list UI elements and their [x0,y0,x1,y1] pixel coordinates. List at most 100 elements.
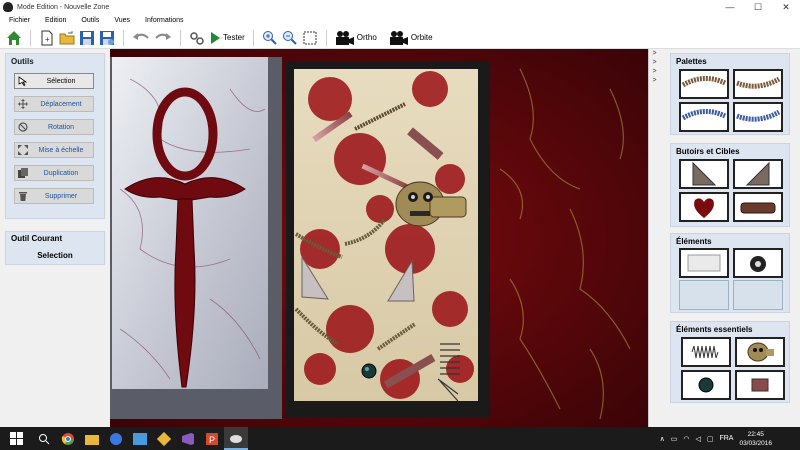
elements-title: Éléments [676,237,712,246]
title-bar: Mode Edition - Nouvelle Zone — ☐ ✕ [0,0,800,14]
tool-duplicate-button[interactable]: Duplication [14,165,94,181]
zoom-out-button[interactable] [282,29,298,47]
menu-fichier[interactable]: Fichier [4,17,30,24]
expand-arrow-icon[interactable]: > [649,67,660,76]
current-tool-title: Outil Courant [11,234,63,243]
bumper-thumb[interactable] [733,159,783,189]
palette-thumb[interactable] [733,69,783,99]
save-as-icon [100,30,114,45]
powerpoint-icon: P [206,432,218,445]
essentials-title: Éléments essentiels [676,325,753,334]
bumper-thumb[interactable] [679,159,729,189]
redo-button[interactable] [154,29,172,47]
gramophone-icon [750,256,766,272]
empty-slot[interactable] [679,280,729,310]
tool-label: Supprimer [44,192,78,200]
ball-object[interactable] [361,363,377,379]
scene-viewport[interactable] [110,49,648,427]
expand-arrow-icon[interactable]: > [649,76,660,85]
tool-rotation-button[interactable]: Rotation [14,119,94,135]
essential-thumb[interactable] [735,337,785,367]
expand-arrow-icon[interactable]: > [649,58,660,67]
taskbar-app[interactable] [152,427,176,450]
zoom-fit-icon [303,31,317,44]
essential-thumb[interactable] [735,370,785,400]
essential-thumb[interactable] [681,370,731,400]
left-panel: Outils Sélection Déplacement Rotation Mi… [0,49,110,427]
palette-thumb[interactable] [679,69,729,99]
git-icon [157,431,171,446]
search-icon [39,433,50,444]
notification-icon[interactable]: ▢ [707,435,714,443]
battery-icon[interactable]: ▭ [671,435,678,443]
save-as-button[interactable] [99,29,115,47]
scene-render[interactable] [110,49,648,427]
taskbar-app[interactable] [128,427,152,450]
palette-thumb[interactable] [679,102,729,132]
maximize-button[interactable]: ☐ [744,0,772,14]
open-button[interactable] [59,29,75,47]
menu-edition[interactable]: Edition [40,17,66,24]
tool-selection-button[interactable]: Sélection [14,73,94,89]
empty-slot[interactable] [733,280,783,310]
wifi-icon[interactable]: ◠ [683,435,689,443]
block-icon [751,378,769,392]
taskbar-app[interactable] [104,427,128,450]
bumper-thumb[interactable] [679,192,729,222]
element-thumb[interactable] [733,248,783,278]
test-button[interactable]: Tester [209,29,245,47]
taskbar-app-active[interactable] [224,427,248,450]
save-button[interactable] [79,29,95,47]
tool-delete-button[interactable]: Supprimer [14,188,94,204]
menu-outils[interactable]: Outils [76,17,99,24]
minimize-button[interactable]: — [716,0,744,14]
chevron-up-icon[interactable]: ∧ [660,435,665,443]
undo-button[interactable] [132,29,150,47]
clock[interactable]: 22:45 03/03/2016 [739,430,772,448]
zoom-fit-button[interactable] [302,29,318,47]
palette-thumb[interactable] [733,102,783,132]
flipper-icon [736,76,781,89]
toolbar-separator [180,29,181,46]
taskbar-app[interactable]: P [200,427,224,450]
close-button[interactable]: ✕ [772,0,800,14]
search-button[interactable] [32,427,56,450]
taskbar-app[interactable] [56,427,80,450]
svg-text:+: + [45,35,50,44]
taskbar-app[interactable] [176,427,200,450]
tools-title: Outils [11,57,34,66]
settings-button[interactable] [189,29,205,47]
new-button[interactable]: + [39,29,55,47]
visual-studio-icon [182,432,194,445]
tool-scale-button[interactable]: Mise à échelle [14,142,94,158]
elements-group: Éléments [670,233,790,313]
toolbar-separator [252,29,254,46]
app-window-icon [133,432,147,445]
camera-icon [335,30,354,45]
taskbar-app[interactable] [80,427,104,450]
bumper-thumb[interactable] [733,192,783,222]
ortho-camera-button[interactable]: Ortho [335,29,377,47]
orbit-label: Orbite [410,33,433,42]
essential-thumb[interactable] [681,337,731,367]
window-title: Mode Edition - Nouvelle Zone [17,3,110,11]
collapse-strip[interactable]: > > > > [648,49,660,427]
volume-icon[interactable]: ◁ [695,435,700,443]
zoom-in-button[interactable] [262,29,278,47]
ball-highlight [365,367,369,371]
start-button[interactable] [0,427,32,450]
menu-informations[interactable]: Informations [140,17,184,24]
ball-icon [698,377,714,393]
scroll-icon [687,254,721,272]
menu-vues[interactable]: Vues [109,17,130,24]
camera-icon [389,30,408,45]
orbit-camera-button[interactable]: Orbite [389,29,433,47]
element-thumb[interactable] [679,248,729,278]
toolbar: + Tester Ortho Orbite [0,27,800,49]
home-button[interactable] [6,29,22,47]
expand-arrow-icon[interactable]: > [649,49,660,58]
toolbar-separator [30,29,31,46]
toolbar-separator [123,29,124,46]
language-indicator[interactable]: FRA [719,435,733,442]
tool-move-button[interactable]: Déplacement [14,96,94,112]
